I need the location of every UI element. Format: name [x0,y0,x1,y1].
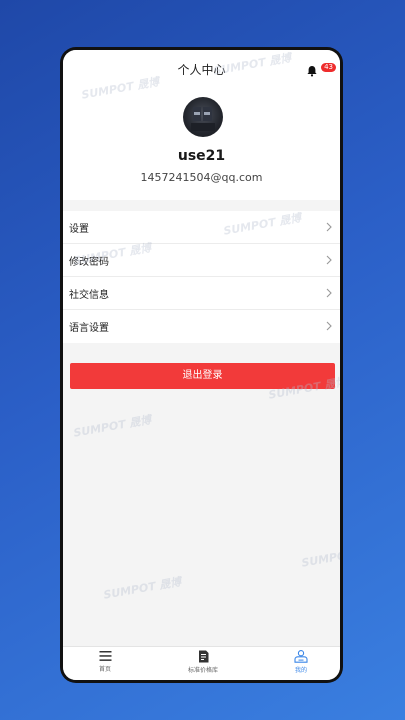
menu-item-label: 语言设置 [69,323,109,334]
notification-badge: 43 [321,63,336,72]
menu-item-social-info[interactable]: 社交信息 [63,277,340,310]
menu-item-label: 设置 [69,224,89,235]
document-icon [198,650,208,663]
chevron-right-icon [326,222,332,232]
menu-item-label: 社交信息 [69,290,109,301]
tab-label: 标准价格库 [187,667,218,674]
user-email: 1457241504@qq.com [140,171,263,184]
user-icon [294,650,308,663]
watermark: SUMPOT 晟博 [72,413,153,440]
username: use21 [177,148,226,164]
settings-menu: 设置 修改密码 社交信息 语言设置 [63,211,340,343]
bell-icon[interactable] [306,65,318,77]
menu-icon [99,651,111,661]
chevron-right-icon [326,255,332,265]
watermark: SUMPOT 晟博 [102,575,183,602]
tab-label: 首页 [98,666,111,673]
phone-frame: 个人中心 43 use21 1457241504@qq.com 设置 修改密码 [60,47,343,683]
tab-mine[interactable]: 我的 [261,650,340,674]
chevron-right-icon [326,288,332,298]
tab-home[interactable]: 首页 [65,650,145,673]
chevron-right-icon [326,321,332,331]
page-title: 个人中心 [177,63,226,77]
app-screen: 个人中心 43 use21 1457241504@qq.com 设置 修改密码 [63,50,340,680]
bottom-tab-bar: 首页 标准价格库 我的 [63,646,340,680]
avatar[interactable] [183,97,223,137]
watermark: SUMPOT 晟博 [300,543,340,570]
menu-item-language-settings[interactable]: 语言设置 [63,310,340,343]
tab-standard-price-library[interactable]: 标准价格库 [163,650,243,674]
tab-label: 我的 [294,667,307,674]
